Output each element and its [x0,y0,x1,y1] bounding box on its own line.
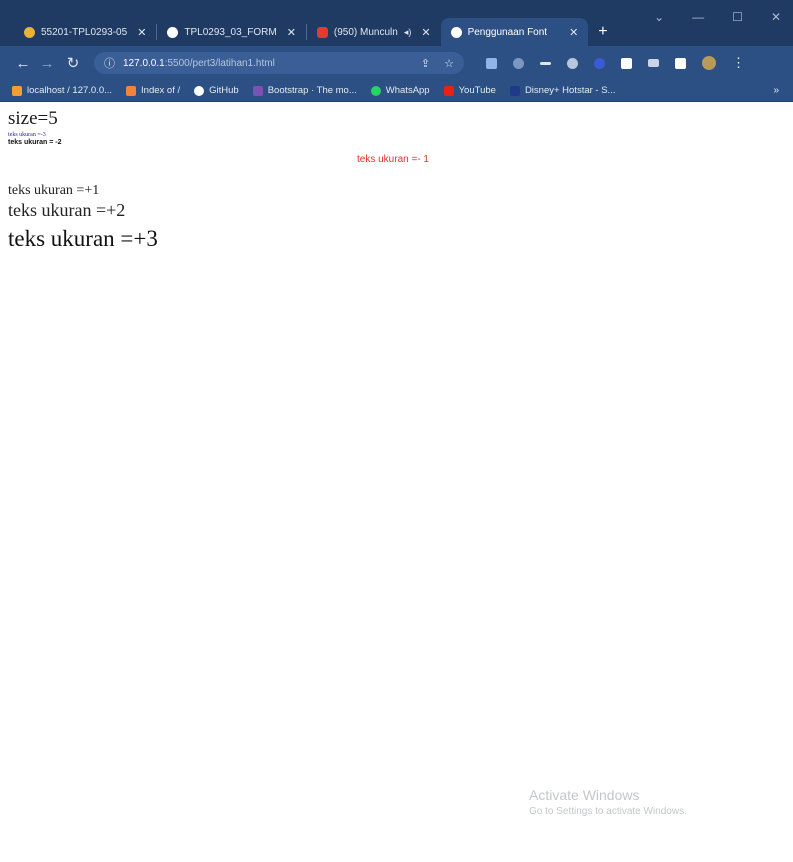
youtube-favicon-icon [316,26,328,38]
chevron-down-icon[interactable]: ⌄ [654,10,664,24]
bookmarks-bar: localhost / 127.0.0... Index of / GitHub… [0,80,793,102]
bookmark-label: Bootstrap · The mo... [267,85,357,96]
tab-close-icon[interactable]: ✕ [287,26,296,39]
youtube-icon [443,85,454,96]
address-bar[interactable]: ⓘ 127.0.0.1:5500/pert3/latihan1.html ⇪ ☆ [94,52,464,74]
bookmark-youtube[interactable]: YouTube [443,85,496,96]
bookmark-label: Index of / [141,85,181,96]
text-size-plus2: teks ukuran =+2 [8,200,126,220]
extensions-area: ⋮ [486,55,745,71]
text-size-minus2: teks ukuran = -2 [8,139,62,146]
phpmyadmin-icon [12,85,22,96]
text-size-plus1: teks ukuran =+1 [8,183,100,198]
tab-label: TPL0293_03_FORM [184,26,277,38]
url-path: :5500/pert3/latihan1.html [164,57,275,69]
forward-arrow-icon[interactable]: → [38,55,56,72]
xampp-icon [126,85,137,96]
bookmark-label: YouTube [458,85,496,96]
text-size-minus1: teks ukuran =- 1 [357,154,429,165]
extension-gear-icon[interactable] [513,57,524,69]
address-bar-actions: ⇪ ☆ [421,57,454,70]
watermark-title: Activate Windows [529,787,640,803]
watermark-subtitle: Go to Settings to activate Windows. [529,806,687,817]
extension-dash-icon[interactable] [540,61,551,65]
reload-icon[interactable]: ↻ [64,54,82,72]
tab-3[interactable]: (950) Munculn ◂) ✕ [307,18,441,46]
side-panel-icon[interactable] [675,57,686,69]
extension-blue-icon[interactable] [594,57,605,69]
size-5-text: size=5 [8,108,58,129]
bookmark-hotstar[interactable]: Disney+ Hotstar - S... [509,85,616,96]
bookmark-label: localhost / 127.0.0... [27,85,113,96]
window-controls: ⌄ — ☐ ✕ [654,10,781,24]
info-icon[interactable]: ⓘ [104,55,115,71]
extension-circle-icon[interactable] [567,57,578,69]
activate-windows-watermark: Activate Windows Go to Settings to activ… [529,787,687,817]
bootstrap-icon [252,85,263,96]
avatar[interactable] [702,56,716,70]
bookmark-label: Disney+ Hotstar - S... [524,85,616,96]
page-content: size=5 teks ukuran =-3 teks ukuran = -2 … [0,103,793,862]
star-icon[interactable]: ☆ [444,57,454,70]
maximize-icon[interactable]: ☐ [732,10,743,24]
text-size-minus3: teks ukuran =-3 [8,132,46,138]
audio-playing-icon[interactable]: ◂) [404,27,412,38]
tab-favicon-icon [450,26,462,38]
browser-toolbar: ← → ↻ ⓘ 127.0.0.1:5500/pert3/latihan1.ht… [0,46,793,80]
tab-1[interactable]: 55201-TPL0293-05 ✕ [14,18,156,46]
puzzle-icon[interactable] [621,57,632,69]
tab-favicon-icon [167,26,179,38]
back-arrow-icon[interactable]: ← [14,55,32,72]
new-tab-button[interactable]: + [598,18,607,46]
github-icon [194,85,205,96]
tab-close-icon[interactable]: ✕ [137,26,146,39]
minimize-icon[interactable]: — [692,10,704,24]
tab-close-icon[interactable]: ✕ [421,26,430,39]
bookmark-github[interactable]: GitHub [194,85,239,96]
url-host: 127.0.0.1 [123,57,165,69]
kebab-menu-icon[interactable]: ⋮ [732,55,745,71]
bookmark-index[interactable]: Index of / [126,85,180,96]
browser-titlebar: 55201-TPL0293-05 ✕ TPL0293_03_FORM ✕ (95… [0,0,793,46]
reading-list-icon[interactable] [648,59,659,67]
extension-translate-icon[interactable] [486,57,497,69]
hotstar-icon [509,85,520,96]
more-bookmarks-icon[interactable]: » [773,85,779,96]
bookmark-localhost[interactable]: localhost / 127.0.0... [12,85,112,96]
tab-favicon-icon [24,26,35,38]
tab-label: Penggunaan Font [467,26,548,38]
text-size-plus3: teks ukuran =+3 [8,226,158,251]
tab-close-icon[interactable]: ✕ [569,26,578,39]
bookmark-label: GitHub [209,85,239,96]
tab-label: 55201-TPL0293-05 [41,26,128,38]
whatsapp-icon [370,85,381,96]
tab-4-active[interactable]: Penggunaan Font ✕ [440,18,589,46]
bookmark-bootstrap[interactable]: Bootstrap · The mo... [252,85,357,96]
tab-2[interactable]: TPL0293_03_FORM ✕ [157,18,306,46]
close-window-icon[interactable]: ✕ [771,10,781,24]
tab-strip: 55201-TPL0293-05 ✕ TPL0293_03_FORM ✕ (95… [14,18,608,46]
bookmark-whatsapp[interactable]: WhatsApp [370,85,430,96]
tab-label: (950) Munculn [333,26,398,38]
bookmark-label: WhatsApp [385,85,430,96]
share-icon[interactable]: ⇪ [421,57,430,70]
